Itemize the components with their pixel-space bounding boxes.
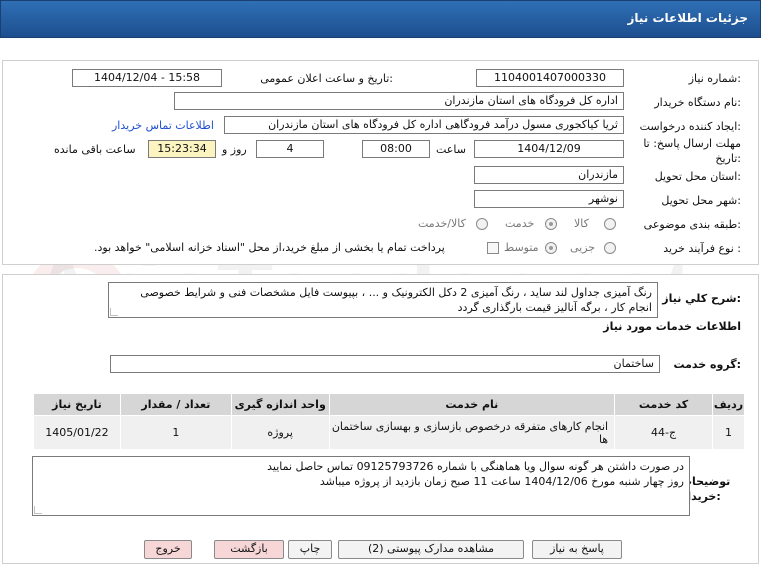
announce-label: تاریخ و ساعت اعلان عمومی: — [260, 72, 393, 85]
exit-button[interactable]: خروج — [144, 540, 192, 559]
buyer-notes-line-2: روز چهار شنبه مورخ 1404/12/06 ساعت 11 صب… — [319, 475, 684, 488]
city-field: نوشهر — [474, 190, 624, 208]
creator-field: ثریا کیاکجوری مسول درآمد فرودگاهی اداره … — [224, 116, 624, 134]
cell-service-name: انجام کارهای متفرقه درخصوص بازسازی و بهس… — [328, 415, 616, 450]
cell-qty: 1 — [119, 415, 232, 450]
category-goods-radio[interactable] — [604, 218, 616, 230]
treasury-payment-checkbox[interactable] — [487, 242, 499, 254]
remaining-time-field: 15:23:34 — [148, 140, 216, 158]
col-date-header: تاریخ نیاز — [33, 393, 121, 416]
deadline-time-field: 08:00 — [362, 140, 430, 158]
services-table: تاریخ نیاز تعداد / مقدار واحد اندازه گیر… — [33, 393, 746, 450]
creator-label: ایجاد کننده درخواست: — [639, 120, 741, 133]
buyer-notes-line-1: در صورت داشتن هر گونه سوال ویا هماهنگی ب… — [267, 460, 684, 473]
back-button[interactable]: بازگشت — [214, 540, 284, 559]
days-label: روز و — [222, 143, 247, 156]
service-group-field: ساختمان — [110, 355, 660, 373]
category-both-radio[interactable] — [476, 218, 488, 230]
col-index-header: ردیف — [711, 393, 746, 416]
payment-note: پرداخت تمام یا بخشی از مبلغ خرید،از محل … — [94, 241, 445, 254]
category-label: طبقه بندی موضوعی: — [643, 218, 741, 231]
remaining-time-label: ساعت باقی مانده — [54, 143, 136, 156]
need-number-label: شماره نیاز: — [688, 72, 741, 85]
category-service-label: خدمت — [505, 217, 535, 230]
process-minor-radio[interactable] — [604, 242, 616, 254]
deadline-label: مهلت ارسال پاسخ: تا تاریخ: — [643, 137, 741, 165]
days-field: 4 — [256, 140, 324, 158]
deadline-time-label: ساعت — [436, 143, 466, 156]
category-both-label: کالا/خدمت — [418, 217, 466, 230]
print-button[interactable]: چاپ — [288, 540, 332, 559]
page-title: جزئیات اطلاعات نیاز — [627, 11, 748, 25]
attachments-button[interactable]: مشاهده مدارک پیوستی (2) — [338, 540, 524, 559]
buyer-contact-link[interactable]: اطلاعات تماس خریدار — [112, 119, 214, 132]
description-text: رنگ آمیزی جداول لند ساید ، رنگ آمیزی 2 د… — [140, 286, 652, 314]
table-row: 1405/01/22 1 پروژه انجام کارهای متفرقه د… — [33, 415, 746, 450]
province-label: استان محل تحویل: — [654, 170, 741, 183]
services-section-title: اطلاعات خدمات مورد نياز — [603, 320, 741, 333]
buyer-notes-field: در صورت داشتن هر گونه سوال ویا هماهنگی ب… — [32, 456, 690, 516]
cell-index: 1 — [711, 415, 746, 450]
col-unit-header: واحد اندازه گیری — [230, 393, 330, 416]
process-medium-label: متوسط — [504, 241, 539, 254]
category-goods-label: کالا — [574, 217, 589, 230]
col-code-header: کد خدمت — [614, 393, 713, 416]
category-service-radio[interactable] — [545, 218, 557, 230]
province-field: مازندران — [474, 166, 624, 184]
buyer-org-field: اداره کل فرودگاه های استان مازندران — [174, 92, 624, 110]
col-qty-header: تعداد / مقدار — [119, 393, 232, 416]
cell-code: ج-44 — [614, 415, 713, 450]
buyer-notes-label: توضیحات خریدار: — [681, 475, 731, 503]
need-number-field: 1104001407000330 — [476, 69, 624, 87]
deadline-date-field: 1404/12/09 — [474, 140, 624, 158]
cell-unit: پروژه — [230, 415, 330, 450]
buyer-org-label: نام دستگاه خریدار: — [654, 96, 741, 109]
resize-handle-icon[interactable] — [34, 506, 42, 514]
description-field: رنگ آمیزی جداول لند ساید ، رنگ آمیزی 2 د… — [108, 282, 658, 318]
table-header-row: تاریخ نیاز تعداد / مقدار واحد اندازه گیر… — [33, 393, 746, 416]
process-medium-radio[interactable] — [545, 242, 557, 254]
reply-button[interactable]: پاسخ به نیاز — [532, 540, 622, 559]
resize-handle-icon[interactable] — [110, 308, 118, 316]
col-name-header: نام خدمت — [328, 393, 616, 416]
cell-date: 1405/01/22 — [33, 415, 121, 450]
process-minor-label: جزیی — [570, 241, 596, 254]
announce-field: 1404/12/04 - 15:58 — [72, 69, 222, 87]
city-label: شهر محل تحویل: — [661, 194, 741, 207]
page-header: جزئیات اطلاعات نیاز — [0, 0, 761, 38]
process-label: نوع فرآیند خرید : — [663, 242, 741, 255]
service-group-label: گروه خدمت: — [673, 358, 741, 371]
description-label: شرح کلي نياز: — [662, 292, 741, 305]
